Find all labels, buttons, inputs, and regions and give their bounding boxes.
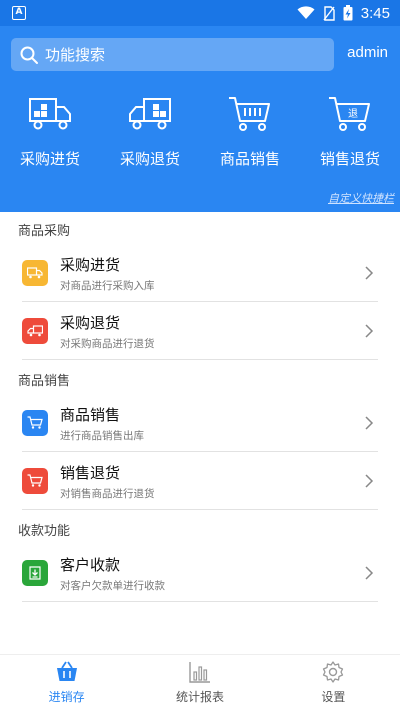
divider: [22, 601, 378, 602]
app-notification-icon: A: [12, 6, 26, 20]
chevron-right-icon: [365, 324, 374, 338]
list-item-sales[interactable]: 商品销售 进行商品销售出库: [22, 394, 378, 452]
status-icons: 3:45: [297, 0, 390, 26]
section-title-payment: 收款功能: [18, 524, 71, 539]
tab-reports[interactable]: 统计报表: [133, 655, 266, 710]
customize-shortcuts-link[interactable]: 自定义快捷栏: [328, 190, 394, 206]
tab-inventory[interactable]: 进销存: [0, 655, 133, 710]
no-sim-icon: [323, 5, 335, 21]
cart-icon: [22, 410, 48, 436]
list-item-title: 商品销售: [60, 405, 121, 424]
list-item-subtitle: 进行商品销售出库: [60, 429, 144, 442]
svg-text:退: 退: [348, 108, 358, 120]
battery-charging-icon: [343, 5, 353, 21]
tab-settings[interactable]: 设置: [267, 655, 400, 710]
list-item-subtitle: 对商品进行采购入库: [60, 279, 155, 292]
cart-return-icon: 退: [329, 97, 370, 131]
list-item-title: 采购退货: [60, 313, 121, 332]
list-item-subtitle: 对客户欠款单进行收款: [60, 579, 165, 592]
list-item-purchase-in[interactable]: 采购进货 对商品进行采购入库: [22, 244, 378, 302]
section-title-purchase: 商品采购: [18, 224, 71, 239]
truck-icon: [29, 98, 71, 130]
list-item-title: 销售退货: [60, 463, 121, 482]
list-item-purchase-return[interactable]: 采购退货 对采购商品进行退货: [22, 302, 378, 360]
list-item-text: 商品销售 进行商品销售出库: [60, 404, 364, 443]
search-bar[interactable]: [11, 38, 334, 71]
basket-icon: [56, 661, 77, 681]
divider: [22, 509, 378, 510]
list-item-customer-payment[interactable]: 客户收款 对客户欠款单进行收款: [22, 544, 378, 602]
chevron-right-icon: [365, 416, 374, 430]
tab-label: 统计报表: [175, 690, 224, 704]
clock: 3:45: [360, 4, 390, 22]
quick-action-sales-return[interactable]: 退 销售退货: [300, 94, 400, 169]
bottom-tab-bar: 进销存 统计报表 设置: [0, 654, 400, 710]
quick-action-label: 采购进货: [19, 150, 80, 168]
quick-action-label: 商品销售: [219, 150, 280, 168]
download-icon: [22, 560, 48, 586]
list-item-text: 采购退货 对采购商品进行退货: [60, 312, 364, 351]
list-item-sales-return[interactable]: 销售退货 对销售商品进行退货: [22, 452, 378, 510]
tab-label: 设置: [321, 690, 346, 704]
chevron-right-icon: [365, 566, 374, 580]
section-title-sales: 商品销售: [18, 374, 71, 389]
truck-icon: [22, 260, 48, 286]
list-item-text: 客户收款 对客户欠款单进行收款: [60, 554, 364, 593]
list-item-title: 客户收款: [60, 555, 121, 574]
chevron-right-icon: [365, 266, 374, 280]
list-item-text: 销售退货 对销售商品进行退货: [60, 462, 364, 501]
quick-action-purchase-return[interactable]: 采购退货: [100, 94, 200, 169]
wifi-icon: [297, 6, 315, 19]
divider: [22, 359, 378, 360]
list-item-text: 采购进货 对商品进行采购入库: [60, 254, 364, 293]
user-name[interactable]: admin: [347, 44, 388, 61]
list-item-subtitle: 对采购商品进行退货: [60, 337, 155, 350]
header: admin 采购进货 采购退货: [0, 26, 400, 212]
truck-icon: [129, 98, 171, 130]
quick-actions: 采购进货 采购退货 商品销售 退 销售退货: [0, 94, 400, 169]
list-item-subtitle: 对销售商品进行退货: [60, 487, 155, 500]
search-icon: [20, 46, 38, 64]
quick-action-label: 销售退货: [319, 150, 380, 168]
truck-icon: [22, 318, 48, 344]
bar-chart-icon: [189, 662, 210, 683]
gear-icon: [323, 661, 344, 683]
list-item-title: 采购进货: [60, 255, 121, 274]
tab-label: 进销存: [48, 690, 85, 704]
search-input[interactable]: [45, 45, 315, 64]
quick-action-purchase-in[interactable]: 采购进货: [0, 94, 100, 169]
cart-icon: [22, 468, 48, 494]
status-bar: A 3:45: [0, 0, 400, 26]
chevron-right-icon: [365, 474, 374, 488]
quick-action-label: 采购退货: [119, 150, 180, 168]
cart-icon: [229, 97, 270, 131]
quick-action-sales[interactable]: 商品销售: [200, 94, 300, 169]
